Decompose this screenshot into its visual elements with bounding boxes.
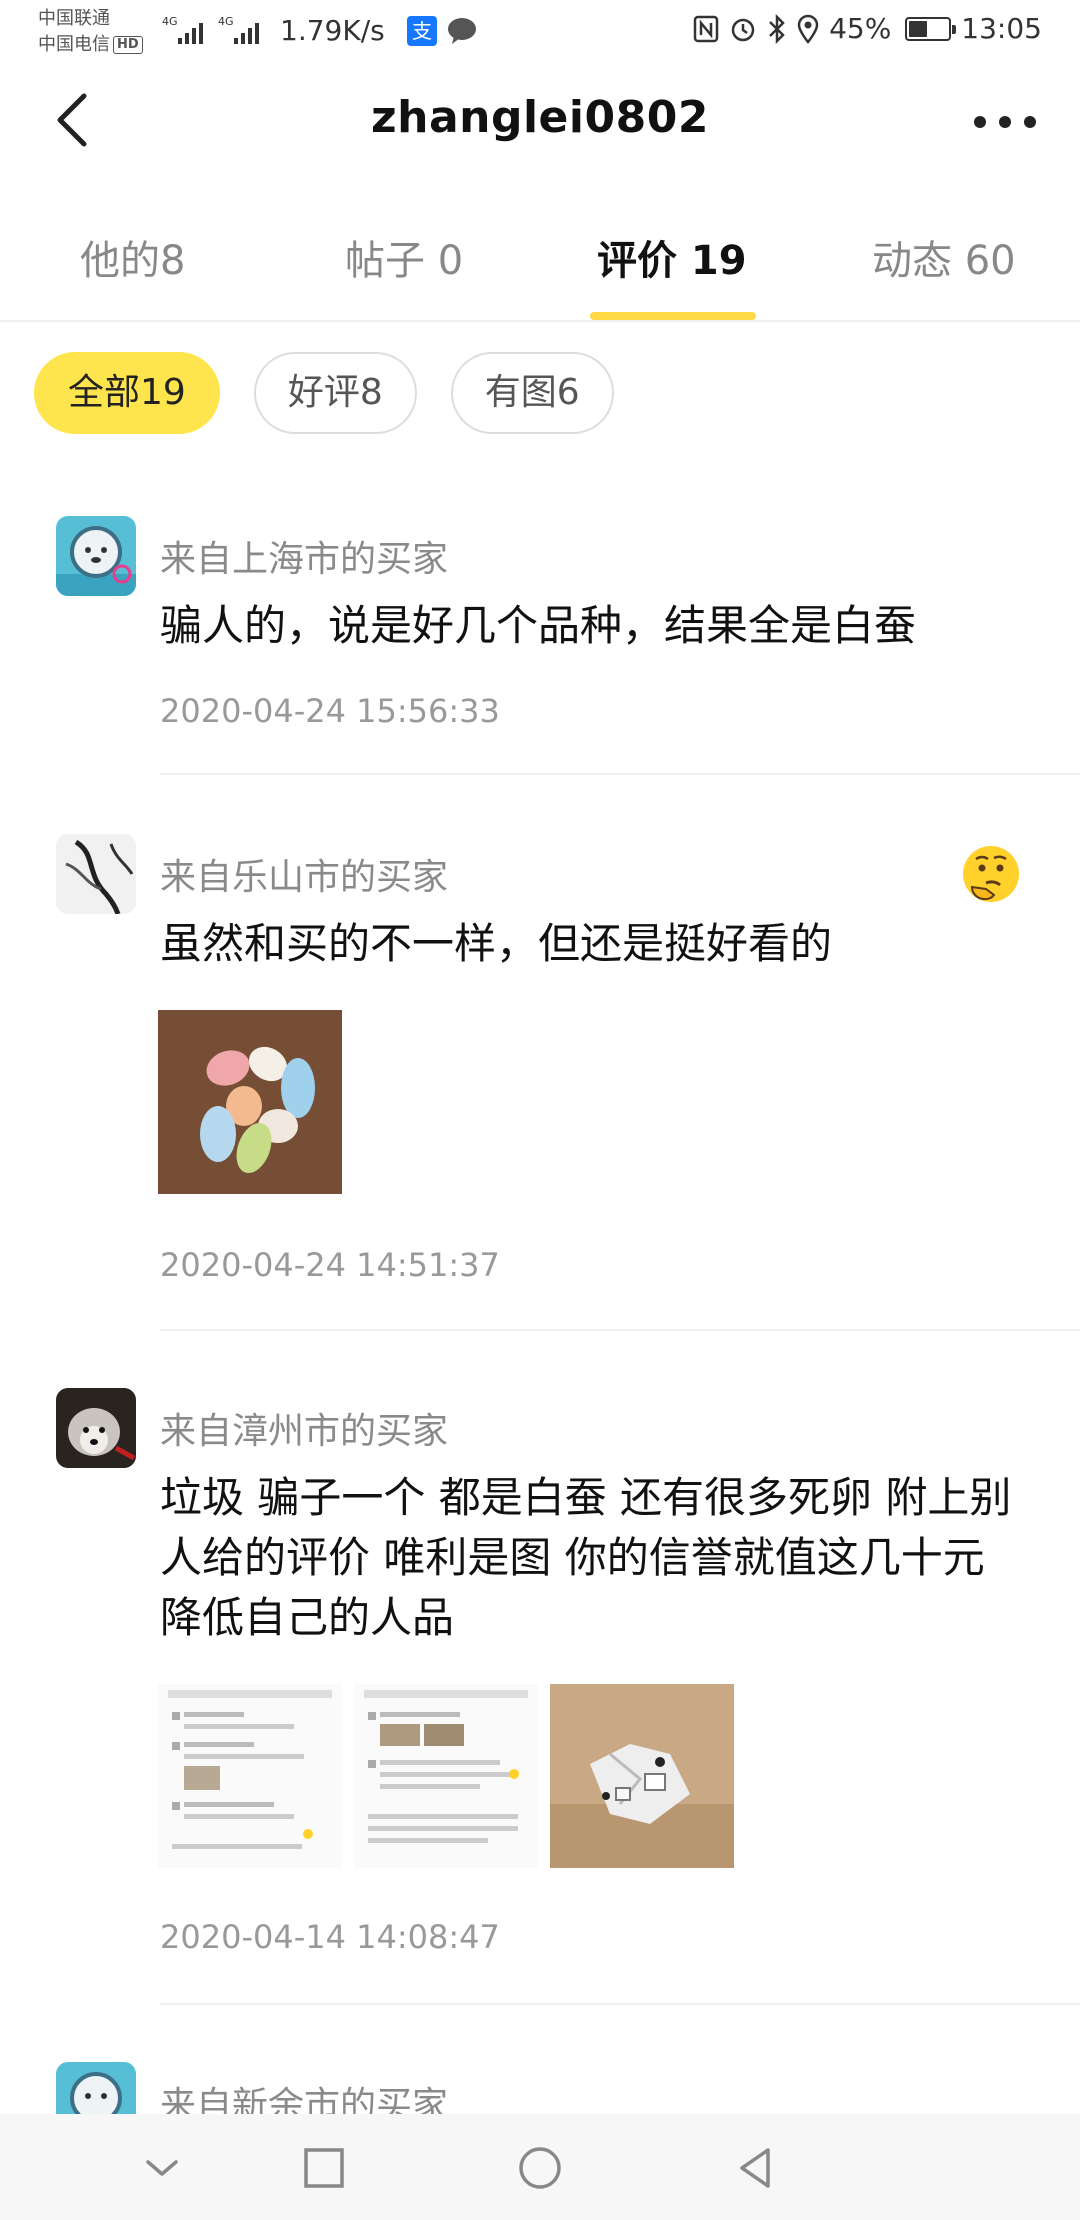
divider	[160, 1329, 1080, 1331]
review-time: 2020-04-14 14:08:47	[160, 1918, 500, 1956]
nav-back-button[interactable]	[728, 2140, 784, 2196]
hd-badge: HD	[113, 36, 143, 54]
filter-all[interactable]: 全部19	[34, 352, 220, 434]
tab-activity[interactable]: 动态 60	[872, 228, 1016, 286]
avatar[interactable]	[56, 1388, 136, 1468]
battery-percent: 45%	[829, 12, 892, 45]
tab-reviews[interactable]: 评价 19	[597, 228, 747, 286]
app-screen: 中国联通 中国电信 HD 4G 4G 1.79K/s 支 45% 13:05 z…	[0, 0, 1080, 2220]
review-time: 2020-04-24 14:51:37	[160, 1246, 500, 1284]
review-from: 来自乐山市的买家	[160, 857, 449, 898]
system-nav-bar	[0, 2114, 1080, 2220]
review-from: 来自上海市的买家	[160, 539, 449, 580]
top-bar: zhanglei0802	[0, 64, 1080, 174]
review-photo[interactable]	[550, 1684, 734, 1868]
bluetooth-icon	[769, 13, 785, 44]
chevron-down-icon	[146, 2160, 178, 2176]
carrier-2: 中国电信	[38, 34, 110, 55]
svg-text:4G: 4G	[162, 15, 178, 28]
filter-with-photos[interactable]: 有图6	[450, 352, 614, 434]
review-photo[interactable]	[158, 1010, 342, 1194]
tab-his-items[interactable]: 他的8	[80, 228, 185, 286]
review-photo[interactable]	[354, 1684, 538, 1868]
review-photo[interactable]	[158, 1684, 342, 1868]
svg-text:4G: 4G	[218, 15, 234, 28]
review-text: 骗人的，说是好几个品种，结果全是白蚕	[160, 601, 917, 650]
status-right: 45% 13:05	[693, 12, 1042, 45]
square-icon	[304, 2148, 344, 2188]
clock: 13:05	[961, 12, 1042, 45]
tab-posts[interactable]: 帖子 0	[345, 228, 463, 286]
review-time: 2020-04-24 15:56:33	[160, 692, 500, 730]
battery-icon	[905, 16, 957, 41]
review-text: 垃圾 骗子一个 都是白蚕 还有很多死卵 附上别人给的评价 唯利是图 你的信誉就值…	[160, 1473, 1012, 1642]
signal-icon: 4G 4G	[162, 14, 274, 55]
more-button[interactable]	[970, 104, 1040, 140]
network-speed: 1.79K/s	[280, 14, 385, 47]
nav-collapse-button[interactable]	[134, 2140, 190, 2196]
carrier-info: 中国联通 中国电信 HD	[38, 6, 143, 58]
alipay-icon: 支	[407, 16, 437, 46]
carrier-1: 中国联通	[38, 8, 110, 29]
divider	[160, 2003, 1080, 2005]
nfc-icon	[693, 15, 719, 42]
circle-icon	[519, 2147, 561, 2189]
review-filters: 全部19 好评8 有图6	[34, 352, 614, 436]
status-bar: 中国联通 中国电信 HD 4G 4G 1.79K/s 支 45% 13:05	[0, 0, 1080, 64]
nav-home-button[interactable]	[512, 2140, 568, 2196]
alarm-icon	[731, 18, 755, 41]
filter-positive[interactable]: 好评8	[253, 352, 417, 434]
review-text: 虽然和买的不一样，但还是挺好看的	[160, 919, 833, 968]
active-tab-indicator	[590, 312, 756, 320]
avatar[interactable]	[56, 834, 136, 914]
thinking-face-icon	[958, 843, 1024, 909]
page-title: zhanglei0802	[371, 92, 709, 143]
location-icon	[797, 14, 819, 44]
triangle-back-icon	[740, 2148, 770, 2188]
profile-tabs: 他的8 帖子 0 评价 19 动态 60	[0, 212, 1080, 322]
message-icon	[446, 16, 478, 53]
avatar[interactable]	[56, 516, 136, 596]
nav-recents-button[interactable]	[296, 2140, 352, 2196]
divider	[160, 773, 1080, 775]
more-dots-icon	[974, 116, 1036, 128]
review-from: 来自漳州市的买家	[160, 1411, 449, 1452]
